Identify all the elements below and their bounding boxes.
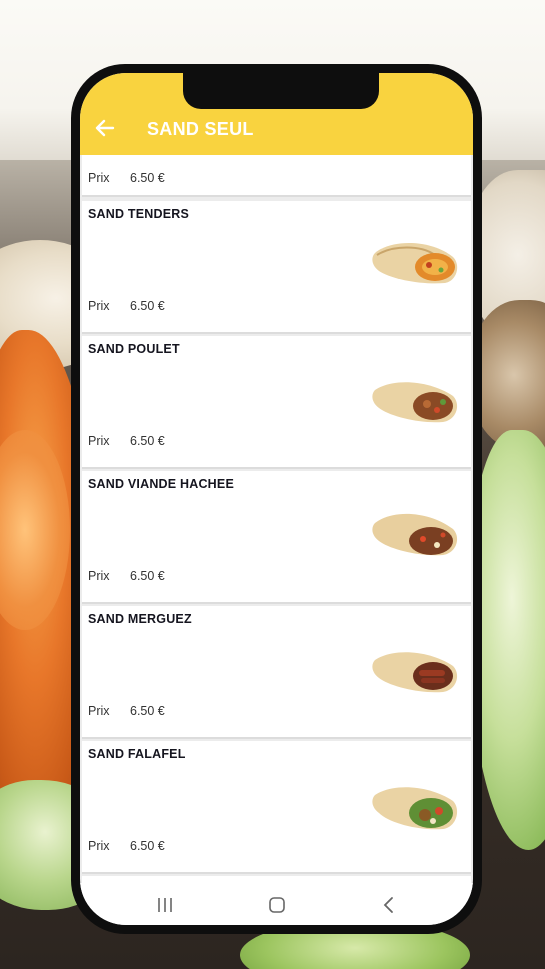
product-card[interactable]: SAND TENDERS Prix 6.50 €	[82, 201, 471, 334]
price-label: Prix	[88, 839, 110, 853]
wrap-minced-beef-icon	[371, 505, 461, 566]
back-chevron-icon[interactable]	[378, 894, 400, 916]
price-value: 6.50 €	[130, 839, 165, 853]
recents-icon[interactable]	[154, 894, 176, 916]
camera-notch	[183, 73, 379, 109]
product-name: SAND FALAFEL	[88, 747, 186, 761]
price-value: 6.50 €	[130, 704, 165, 718]
system-nav-bar	[80, 883, 473, 925]
wrap-chicken-icon	[371, 374, 461, 433]
product-card[interactable]: SAND VIANDE HACHEE Prix 6.50 €	[82, 471, 471, 604]
price-row: Prix 6.50 €	[88, 299, 165, 313]
price-value: 6.50 €	[130, 434, 165, 448]
wrap-falafel-icon	[371, 779, 461, 840]
phone-screen: SAND SEUL Prix 6.50 € SAND TENDERS Prix …	[80, 73, 473, 925]
price-row: Prix 6.50 €	[88, 434, 165, 448]
product-name: SAND MERGUEZ	[88, 612, 192, 626]
product-card[interactable]: SAND FALAFEL Prix 6.50 €	[82, 741, 471, 874]
home-icon[interactable]	[266, 894, 288, 916]
wrap-merguez-icon	[371, 644, 461, 703]
price-value: 6.50 €	[130, 171, 165, 185]
product-name: SAND TENDERS	[88, 207, 190, 221]
product-card[interactable]: SAND MERGUEZ Prix 6.50 €	[82, 606, 471, 739]
wrap-tenders-icon	[371, 235, 461, 294]
arrow-left-icon[interactable]	[94, 117, 116, 139]
price-label: Prix	[88, 704, 110, 718]
price-value: 6.50 €	[130, 569, 165, 583]
price-label: Prix	[88, 299, 110, 313]
price-label: Prix	[88, 569, 110, 583]
price-label: Prix	[88, 434, 110, 448]
product-name: SAND POULET	[88, 342, 180, 356]
product-card[interactable]: SAND POULET Prix 6.50 €	[82, 336, 471, 469]
product-card-partial[interactable]: Prix 6.50 €	[82, 155, 471, 197]
product-name: SAND VIANDE HACHEE	[88, 477, 234, 491]
price-value: 6.50 €	[130, 299, 165, 313]
price-label: Prix	[88, 171, 110, 185]
price-row: Prix 6.50 €	[88, 171, 165, 185]
price-row: Prix 6.50 €	[88, 569, 165, 583]
price-row: Prix 6.50 €	[88, 704, 165, 718]
product-list[interactable]: Prix 6.50 € SAND TENDERS Prix 6.50 € SAN…	[80, 155, 473, 883]
page-title: SAND SEUL	[147, 119, 254, 139]
phone-frame: SAND SEUL Prix 6.50 € SAND TENDERS Prix …	[71, 64, 482, 934]
product-card-partial[interactable]	[82, 876, 471, 883]
price-row: Prix 6.50 €	[88, 839, 165, 853]
